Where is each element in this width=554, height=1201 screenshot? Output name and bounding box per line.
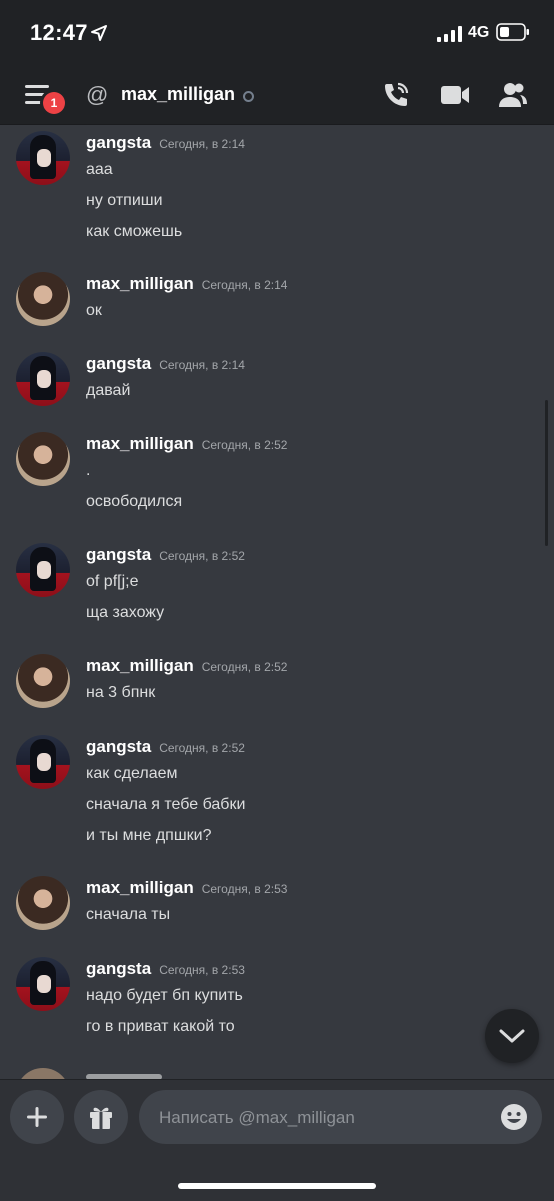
message-author[interactable]: gangsta bbox=[86, 737, 151, 756]
network-type: 4G bbox=[468, 24, 490, 41]
message-meta: gangsta Сегодня, в 2:53 bbox=[86, 959, 245, 979]
max-avatar[interactable] bbox=[16, 432, 70, 486]
message-time: Сегодня, в 2:53 bbox=[201, 882, 288, 896]
message-meta: gangsta Сегодня, в 2:14 bbox=[86, 354, 245, 374]
message-input[interactable] bbox=[157, 1090, 491, 1146]
at-icon: @ bbox=[86, 82, 109, 107]
gangsta-avatar[interactable] bbox=[16, 131, 70, 185]
message-meta: max_milligan Сегодня, в 2:52 bbox=[86, 656, 287, 676]
video-camera-icon[interactable] bbox=[440, 82, 470, 108]
message-author[interactable]: max_milligan bbox=[86, 434, 194, 453]
message-time: Сегодня, в 2:14 bbox=[201, 278, 288, 292]
gangsta-avatar[interactable] bbox=[16, 543, 70, 597]
message-meta: gangsta Сегодня, в 2:52 bbox=[86, 737, 245, 757]
message-text: как сможешь bbox=[86, 223, 183, 240]
plus-icon bbox=[27, 1107, 47, 1127]
message-text: ок bbox=[86, 302, 102, 319]
message-text: ну отпиши bbox=[86, 192, 163, 209]
message-time: Сегодня, в 2:52 bbox=[159, 741, 245, 755]
message-input-box[interactable] bbox=[139, 1090, 542, 1146]
max-avatar[interactable] bbox=[16, 654, 70, 708]
message-time: Сегодня, в 2:52 bbox=[159, 549, 245, 563]
message-text: как сделаем bbox=[86, 765, 178, 782]
message-text: надо будет бп купить bbox=[86, 987, 243, 1004]
battery-icon bbox=[496, 23, 529, 41]
home-indicator bbox=[178, 1183, 376, 1189]
message-meta: gangsta Сегодня, в 2:52 bbox=[86, 545, 245, 565]
message-author[interactable]: gangsta bbox=[86, 959, 151, 978]
message-text: . bbox=[86, 462, 91, 479]
message-author[interactable]: max_milligan bbox=[86, 656, 194, 675]
message-time: Сегодня, в 2:14 bbox=[159, 358, 245, 372]
message-meta: max_milligan Сегодня, в 2:14 bbox=[86, 274, 287, 294]
chevron-down-icon bbox=[499, 1029, 525, 1043]
message-text: и ты мне дпшки? bbox=[86, 827, 212, 844]
message-author[interactable]: max_milligan bbox=[86, 878, 194, 897]
jump-to-bottom-button[interactable] bbox=[485, 1009, 539, 1063]
message-time: Сегодня, в 2:52 bbox=[201, 660, 288, 674]
message-author[interactable]: gangsta bbox=[86, 354, 151, 373]
message-text: на 3 бпнк bbox=[86, 684, 156, 701]
dm-header: 1 @ max_milligan bbox=[0, 64, 554, 125]
gift-button[interactable] bbox=[74, 1090, 128, 1144]
channel-name[interactable]: max_milligan bbox=[121, 84, 235, 105]
message-text: of pf[j;e bbox=[86, 573, 139, 590]
signal-bars-icon bbox=[437, 26, 462, 42]
members-icon[interactable] bbox=[498, 80, 528, 110]
gangsta-avatar[interactable] bbox=[16, 352, 70, 406]
gift-icon bbox=[90, 1107, 112, 1129]
max-avatar[interactable] bbox=[16, 272, 70, 326]
offline-status-icon bbox=[243, 91, 254, 102]
status-bar: 12:47 4G bbox=[0, 0, 554, 64]
message-text: ааа bbox=[86, 161, 113, 178]
unread-badge: 1 bbox=[43, 92, 65, 114]
message-time: Сегодня, в 2:52 bbox=[201, 438, 288, 452]
message-meta: max_milligan Сегодня, в 2:52 bbox=[86, 434, 287, 454]
message-text: сначала ты bbox=[86, 906, 171, 923]
message-text: сначала я тебе бабки bbox=[86, 796, 246, 813]
message-time: Сегодня, в 2:14 bbox=[159, 137, 245, 151]
message-meta: gangsta Сегодня, в 2:14 bbox=[86, 133, 245, 153]
message-author[interactable]: gangsta bbox=[86, 133, 151, 152]
gangsta-avatar[interactable] bbox=[16, 735, 70, 789]
scrollbar[interactable] bbox=[545, 400, 548, 546]
message-list[interactable]: gangsta Сегодня, в 2:14 ааа ну отпиши как… bbox=[0, 125, 554, 1078]
attach-button[interactable] bbox=[10, 1090, 64, 1144]
message-author[interactable]: max_milligan bbox=[86, 274, 194, 293]
max-avatar[interactable] bbox=[16, 876, 70, 930]
location-arrow-icon bbox=[91, 25, 107, 41]
message-meta: max_milligan Сегодня, в 2:53 bbox=[86, 878, 287, 898]
message-author[interactable]: gangsta bbox=[86, 545, 151, 564]
message-text: го в приват какой то bbox=[86, 1018, 235, 1035]
message-text: давай bbox=[86, 382, 131, 399]
gangsta-avatar[interactable] bbox=[16, 957, 70, 1011]
message-time: Сегодня, в 2:53 bbox=[159, 963, 245, 977]
phone-call-icon[interactable] bbox=[381, 80, 411, 110]
status-time: 12:47 bbox=[30, 20, 88, 45]
emoji-icon[interactable] bbox=[500, 1103, 528, 1131]
message-text: ща захожу bbox=[86, 604, 165, 621]
message-text: освободился bbox=[86, 493, 183, 510]
